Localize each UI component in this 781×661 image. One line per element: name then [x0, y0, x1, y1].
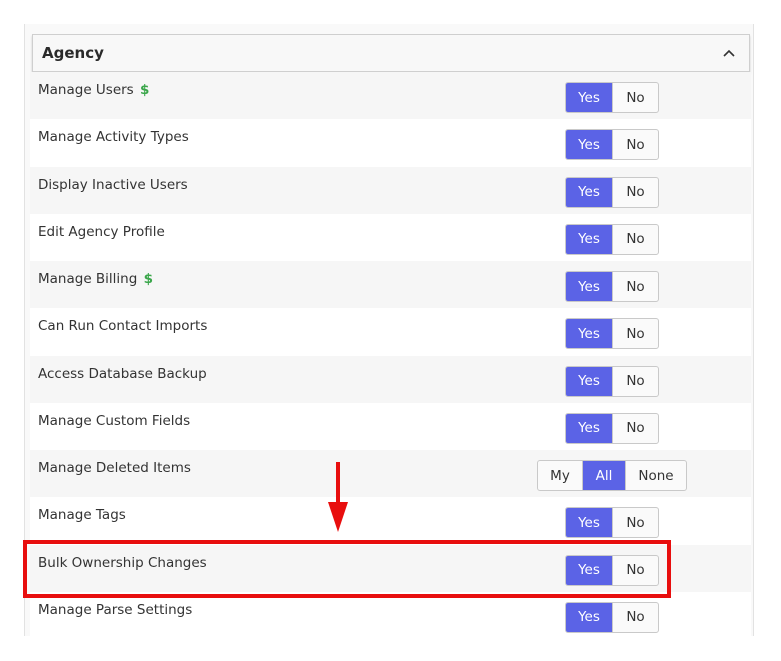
- permission-label: Manage Parse Settings: [38, 602, 192, 618]
- yes-no-toggle: Yes No: [565, 271, 659, 302]
- permission-label-text: Display Inactive Users: [38, 176, 188, 193]
- permission-label-text: Can Run Contact Imports: [38, 318, 208, 335]
- permission-row: Edit Agency Profile Yes No: [30, 213, 751, 261]
- permission-row: Access Database Backup Yes No: [30, 355, 751, 403]
- permission-label: Manage Activity Types: [38, 129, 189, 145]
- permission-row: Manage Deleted Items My All None: [30, 450, 751, 498]
- permission-label-text: Manage Users: [38, 82, 134, 98]
- yes-button[interactable]: Yes: [566, 130, 612, 160]
- permission-label: Display Inactive Users: [38, 177, 188, 193]
- no-button[interactable]: No: [612, 130, 658, 160]
- yes-button[interactable]: Yes: [566, 83, 612, 112]
- yes-button[interactable]: Yes: [566, 508, 612, 538]
- annotation-highlight-box: [23, 540, 671, 598]
- no-button[interactable]: No: [612, 272, 658, 301]
- yes-no-toggle: Yes No: [565, 601, 659, 633]
- permission-label: Manage Billing $: [38, 271, 153, 287]
- permission-label: Manage Custom Fields: [38, 413, 190, 429]
- no-button[interactable]: No: [612, 319, 658, 349]
- yes-button[interactable]: Yes: [566, 272, 612, 301]
- permission-label-text: Manage Billing: [38, 271, 138, 287]
- yes-no-toggle: Yes No: [565, 129, 659, 161]
- scope-option-my[interactable]: My: [538, 461, 582, 490]
- permission-label-text: Edit Agency Profile: [38, 223, 165, 240]
- no-button[interactable]: No: [612, 83, 658, 112]
- yes-button[interactable]: Yes: [566, 224, 612, 254]
- permission-label: Access Database Backup: [38, 366, 207, 382]
- yes-no-toggle: Yes No: [565, 223, 659, 255]
- permission-label-text: Manage Tags: [38, 507, 126, 524]
- permission-row: Manage Billing $ Yes No: [30, 261, 751, 309]
- permission-label: Manage Users $: [38, 82, 149, 98]
- yes-button[interactable]: Yes: [566, 602, 612, 632]
- yes-button[interactable]: Yes: [566, 413, 612, 443]
- permission-row: Can Run Contact Imports Yes No: [30, 308, 751, 356]
- no-button[interactable]: No: [612, 508, 658, 538]
- permission-row: Manage Parse Settings Yes No: [30, 591, 751, 639]
- no-button[interactable]: No: [612, 177, 658, 207]
- permission-row: Display Inactive Users Yes No: [30, 166, 751, 214]
- permission-label: Edit Agency Profile: [38, 224, 165, 240]
- paid-feature-dollar-icon: $: [143, 271, 154, 287]
- scope-selector: My All None: [537, 460, 687, 491]
- permission-label-text: Manage Deleted Items: [38, 460, 191, 476]
- permission-label-text: Manage Activity Types: [38, 129, 189, 146]
- yes-button[interactable]: Yes: [566, 366, 612, 396]
- annotation-arrow-down-icon: [328, 502, 348, 532]
- permission-label: Manage Deleted Items: [38, 460, 191, 476]
- permission-row: Manage Activity Types Yes No: [30, 119, 751, 167]
- permission-label-text: Manage Custom Fields: [38, 412, 191, 429]
- yes-no-toggle: Yes No: [565, 318, 659, 350]
- yes-no-toggle: Yes No: [565, 176, 659, 208]
- permission-label: Can Run Contact Imports: [38, 318, 207, 334]
- no-button[interactable]: No: [612, 224, 658, 254]
- yes-no-toggle: Yes No: [565, 365, 659, 397]
- yes-button[interactable]: Yes: [566, 319, 612, 349]
- no-button[interactable]: No: [612, 413, 658, 443]
- no-button[interactable]: No: [612, 602, 658, 632]
- section-header-agency[interactable]: Agency: [32, 34, 750, 72]
- permission-label-text: Manage Parse Settings: [38, 601, 193, 618]
- yes-no-toggle: Yes No: [565, 412, 659, 444]
- yes-button[interactable]: Yes: [566, 177, 612, 207]
- annotation-arrow-shaft: [336, 462, 340, 504]
- chevron-up-icon[interactable]: [719, 43, 739, 63]
- permission-label-text: Access Database Backup: [38, 365, 207, 382]
- scope-option-none[interactable]: None: [625, 461, 686, 490]
- scope-option-all[interactable]: All: [582, 461, 625, 490]
- no-button[interactable]: No: [612, 366, 658, 396]
- permission-label: Manage Tags: [38, 507, 126, 523]
- permission-row: Manage Custom Fields Yes No: [30, 402, 751, 450]
- yes-no-toggle: Yes No: [565, 82, 659, 113]
- paid-feature-dollar-icon: $: [140, 82, 150, 98]
- permission-row: Manage Users $ Yes No: [30, 72, 751, 120]
- yes-no-toggle: Yes No: [565, 507, 659, 539]
- permission-row: Manage Tags Yes No: [30, 497, 751, 545]
- section-title: Agency: [42, 44, 104, 62]
